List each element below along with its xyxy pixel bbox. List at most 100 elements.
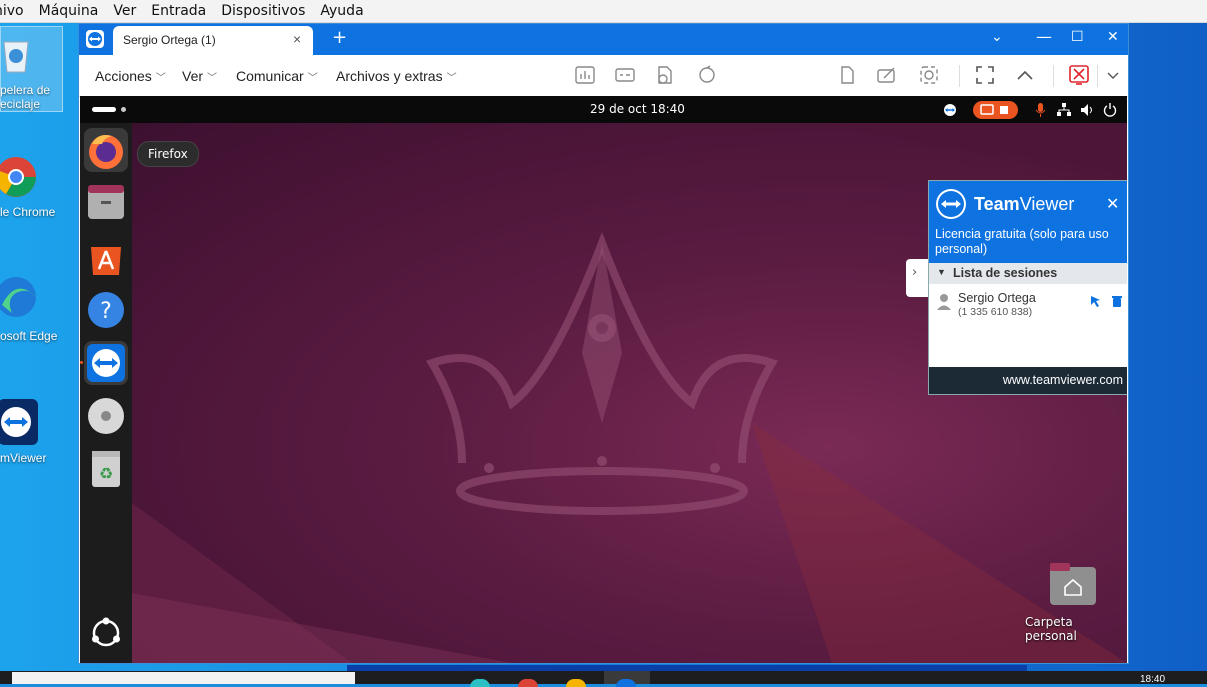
fullscreen-icon[interactable] xyxy=(975,65,995,85)
ubuntu-dock: ? ♻ xyxy=(80,123,132,663)
chevron-down-icon[interactable]: ⌄ xyxy=(991,29,1003,45)
sessions-header-label: Lista de sesiones xyxy=(953,266,1058,280)
edge-label: osoft Edge xyxy=(0,329,58,343)
brand-rest: Viewer xyxy=(1019,194,1075,214)
remote-control-icon[interactable] xyxy=(1090,295,1102,307)
popup-close-icon[interactable]: ✕ xyxy=(1106,194,1119,214)
menu-dispositivos[interactable]: Dispositivos xyxy=(221,3,305,19)
microphone-icon[interactable] xyxy=(1035,103,1047,117)
dock-trash[interactable]: ♻ xyxy=(84,447,128,491)
teamviewer-link[interactable]: www.teamviewer.com xyxy=(1003,373,1123,387)
chevron-down-icon[interactable] xyxy=(1103,65,1123,85)
refresh-icon[interactable] xyxy=(697,65,717,85)
menu-ver-tv[interactable]: Ver ﹀ xyxy=(182,68,217,84)
chevron-down-icon: ﹀ xyxy=(307,73,318,84)
taskbar-search[interactable] xyxy=(12,672,355,684)
disc-icon xyxy=(88,398,124,434)
tab-session[interactable]: Sergio Ortega (1) × xyxy=(113,26,313,55)
taskbar-clock[interactable]: 18:40 xyxy=(1140,674,1165,685)
session-row[interactable]: Sergio Ortega (1 335 610 838) xyxy=(929,289,1127,319)
dock-teamviewer[interactable] xyxy=(84,341,128,385)
desktop-edge[interactable]: osoft Edge xyxy=(0,275,70,345)
toolbar-separator xyxy=(959,65,960,87)
firefox-icon xyxy=(89,135,123,169)
screen-share-indicator[interactable] xyxy=(973,101,1018,119)
popup-collapse-tab[interactable]: › xyxy=(906,259,928,297)
files-icon xyxy=(88,185,124,219)
toolbar: Acciones ﹀ Ver ﹀ Comunicar ﹀ Archivos y ext… xyxy=(79,55,1128,97)
delete-icon[interactable] xyxy=(1112,295,1122,307)
teamviewer-tray-icon[interactable] xyxy=(943,103,957,117)
end-session-icon[interactable] xyxy=(1069,65,1089,85)
brand-bold: Team xyxy=(974,194,1020,214)
menu-ver[interactable]: Ver xyxy=(113,3,136,19)
network-icon[interactable] xyxy=(1057,103,1071,117)
desktop-recycle-bin[interactable]: pelera de eciclaje xyxy=(0,30,60,111)
dock-tooltip: Firefox xyxy=(137,141,199,167)
document-icon[interactable] xyxy=(837,65,857,85)
dock-files[interactable] xyxy=(84,181,128,225)
dock-show-apps[interactable] xyxy=(84,611,128,655)
chevron-right-icon: › xyxy=(912,265,918,280)
windows-taskbar: 18:40 xyxy=(0,665,1207,687)
power-icon[interactable] xyxy=(1103,103,1117,117)
menu-acciones[interactable]: Acciones ﹀ xyxy=(95,68,166,84)
keyboard-icon[interactable] xyxy=(615,65,635,85)
teamviewer-icon xyxy=(0,399,38,445)
ubuntu-logo-icon xyxy=(92,617,120,647)
popup-footer: www.teamviewer.com xyxy=(929,367,1127,394)
virtualbox-menubar: hivo Máquina Ver Entrada Dispositivos Ay… xyxy=(0,0,1207,23)
menu-archivo[interactable]: hivo xyxy=(0,3,24,19)
desktop-teamviewer[interactable]: mViewer xyxy=(0,399,70,469)
screenshot-icon[interactable] xyxy=(919,65,939,85)
dock-help[interactable]: ? xyxy=(84,288,128,332)
chart-icon[interactable] xyxy=(575,65,595,85)
home-folder-icon[interactable] xyxy=(1050,563,1096,605)
workspace-indicator[interactable] xyxy=(92,107,116,112)
taskbar-teamviewer-icon[interactable] xyxy=(616,679,636,687)
volume-icon[interactable] xyxy=(1080,103,1094,117)
maximize-icon[interactable]: ☐ xyxy=(1071,29,1084,45)
recycle-label-1: pelera de xyxy=(0,83,51,97)
taskbar-chrome-icon[interactable] xyxy=(518,679,538,687)
desktop-chrome[interactable]: le Chrome xyxy=(0,152,70,222)
home-folder-label: Carpeta personal xyxy=(1025,615,1077,643)
taskbar-app-icon[interactable] xyxy=(470,679,490,687)
tab-bar: Sergio Ortega (1) × + ⌄ — ☐ ✕ xyxy=(79,24,1128,55)
taskbar-accent xyxy=(347,665,1027,671)
edge-icon xyxy=(0,277,36,317)
license-text: Licencia gratuita (solo para uso persona… xyxy=(935,227,1109,256)
file-transfer-icon[interactable] xyxy=(655,65,675,85)
dock-disc[interactable] xyxy=(84,394,128,438)
minimize-icon[interactable]: — xyxy=(1036,27,1052,46)
tab-close-icon[interactable]: × xyxy=(293,31,301,47)
teamviewer-logo-icon xyxy=(936,189,966,219)
user-icon xyxy=(937,294,951,310)
running-indicator xyxy=(80,361,83,364)
teamviewer-icon xyxy=(87,344,125,382)
menu-comunicar-label: Comunicar xyxy=(236,68,304,84)
dock-app-center[interactable] xyxy=(84,235,128,279)
menu-entrada[interactable]: Entrada xyxy=(151,3,206,19)
remote-screen[interactable]: 29 de oct 18:40 Carpeta personal ? ♻ Fir… xyxy=(80,96,1127,663)
taskbar-explorer-icon[interactable] xyxy=(566,679,586,687)
menu-archivos[interactable]: Archivos y extras ﹀ xyxy=(336,68,457,84)
menu-comunicar[interactable]: Comunicar ﹀ xyxy=(236,68,318,84)
ubuntu-clock[interactable]: 29 de oct 18:40 xyxy=(590,102,685,116)
session-id: (1 335 610 838) xyxy=(958,306,1033,318)
menu-maquina[interactable]: Máquina xyxy=(39,3,99,19)
session-name: Sergio Ortega xyxy=(958,291,1036,305)
whiteboard-icon[interactable] xyxy=(877,65,897,85)
new-tab-icon[interactable]: + xyxy=(332,27,347,48)
dock-firefox[interactable] xyxy=(84,128,128,172)
teamviewer-window: Sergio Ortega (1) × + ⌄ — ☐ ✕ Acciones ﹀ … xyxy=(78,23,1129,664)
chevron-up-icon[interactable] xyxy=(1015,65,1035,85)
recycle-bin-icon xyxy=(3,41,29,73)
close-window-icon[interactable]: ✕ xyxy=(1107,29,1119,45)
app-center-icon xyxy=(91,247,121,275)
workspace-dot xyxy=(121,107,126,112)
chevron-down-icon: ﹀ xyxy=(207,73,218,84)
menu-ayuda[interactable]: Ayuda xyxy=(320,3,363,19)
sessions-header[interactable]: ▼ Lista de sesiones xyxy=(929,263,1127,284)
teamviewer-label: mViewer xyxy=(0,451,47,465)
